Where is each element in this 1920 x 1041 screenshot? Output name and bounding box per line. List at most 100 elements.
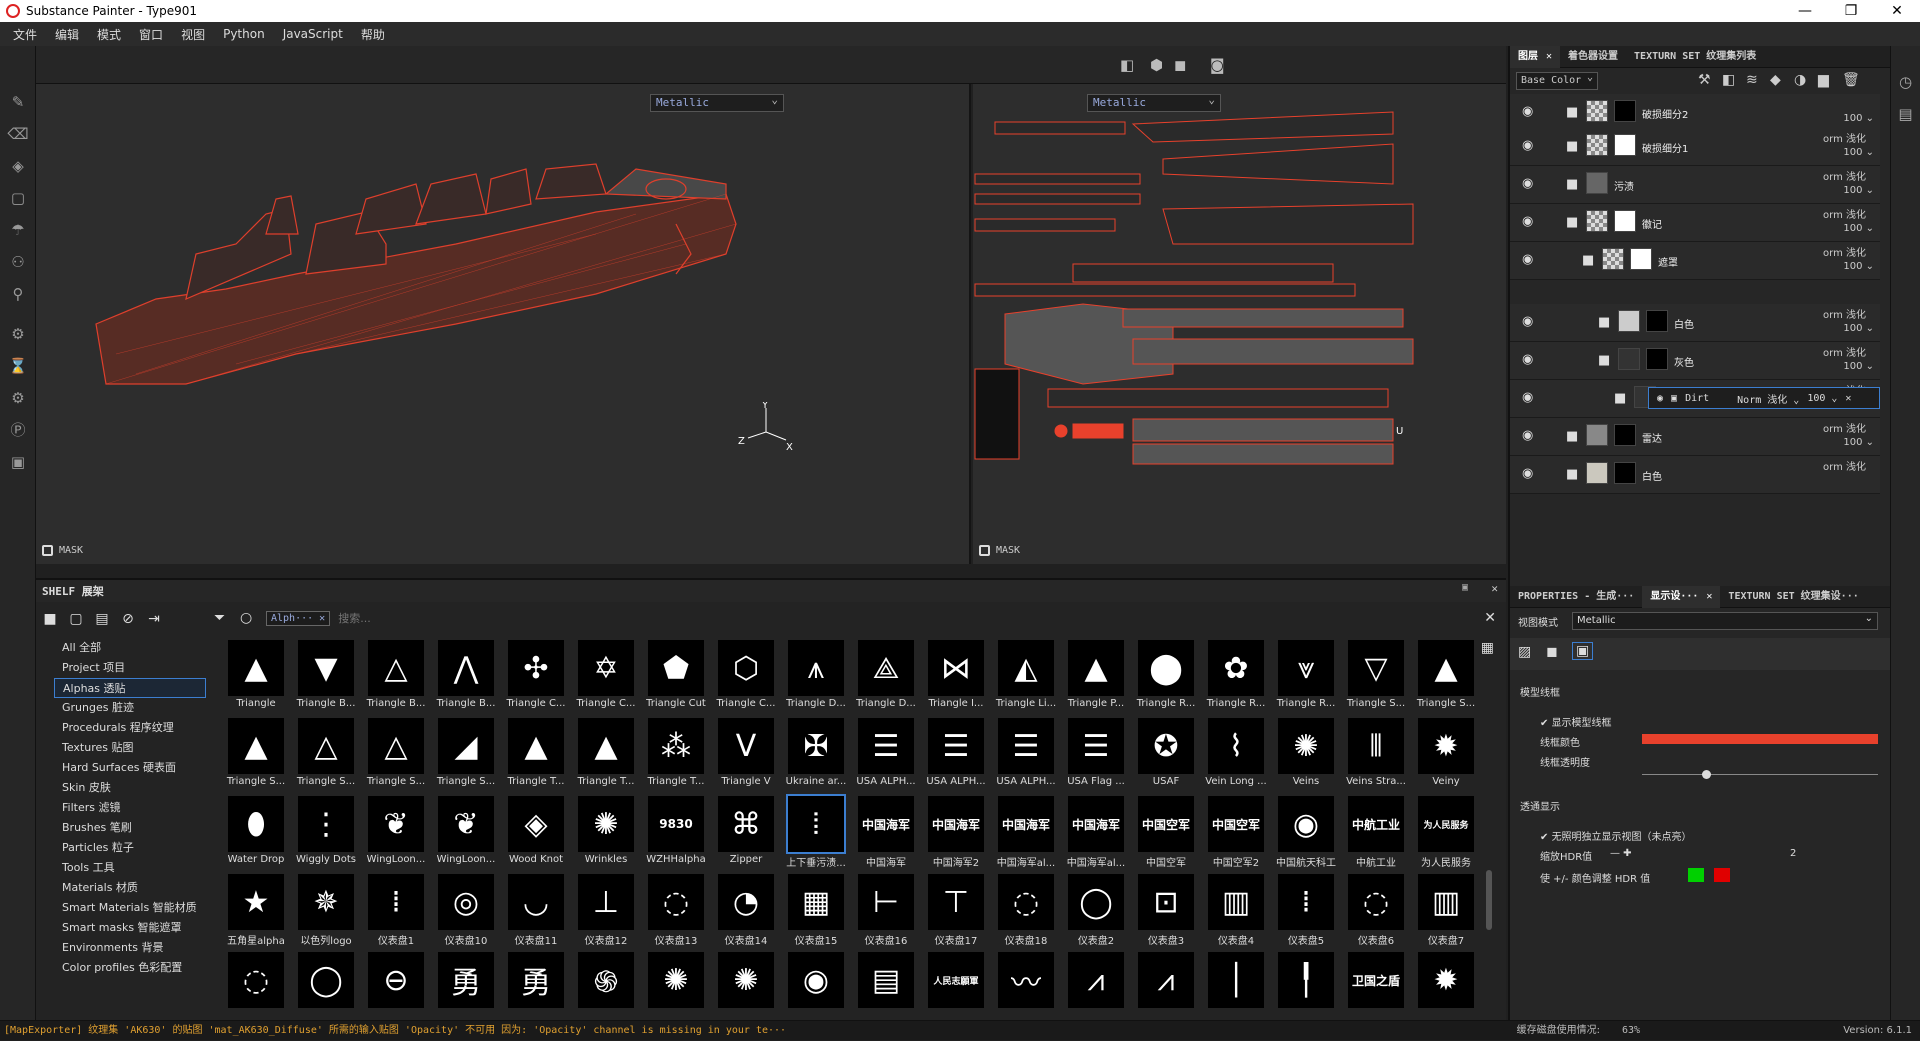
alpha-tile[interactable]: 中国空军 中国空军2: [1202, 794, 1270, 872]
alpha-tile[interactable]: ⩘: [1062, 950, 1130, 1022]
folder-icon[interactable]: ■: [1566, 177, 1578, 192]
category-materials[interactable]: Materials 材质: [54, 878, 206, 898]
add-layer-icon[interactable]: ≋: [1746, 72, 1758, 88]
layer-row[interactable]: ◉ ■ 白色 orm 浅化 100 ⌄: [1510, 304, 1880, 342]
maximize-button[interactable]: ❐: [1828, 0, 1874, 22]
alpha-tile[interactable]: ▦ 仪表盘15: [782, 872, 850, 950]
alpha-tile[interactable]: ▥ 仪表盘7: [1412, 872, 1480, 950]
visibility-eye-icon[interactable]: ◉: [1522, 314, 1533, 329]
dirt-opacity[interactable]: 100 ⌄: [1807, 393, 1837, 404]
alpha-tile[interactable]: ✺ Veins: [1272, 716, 1340, 794]
camera-icon[interactable]: ◼: [1174, 56, 1186, 74]
alpha-tile[interactable]: 卫国之盾: [1342, 950, 1410, 1022]
photoshop-export-icon[interactable]: Ⓟ: [0, 414, 36, 446]
folder-icon[interactable]: ■: [1614, 391, 1626, 406]
projection-icon[interactable]: ◈: [0, 150, 36, 182]
alpha-tile[interactable]: ⁞ 仪表盘1: [362, 872, 430, 950]
tab-display-settings[interactable]: 显示设··· ✕: [1642, 585, 1721, 608]
visibility-eye-icon[interactable]: ◉: [1522, 466, 1533, 481]
alpha-tile[interactable]: ❦ WingLoon...: [432, 794, 500, 872]
folder-icon[interactable]: ■: [1582, 253, 1594, 268]
close-tab-icon[interactable]: ✕: [1706, 591, 1712, 602]
alpha-tile[interactable]: ⬤ Triangle R...: [1132, 638, 1200, 716]
layer-blend-mode[interactable]: orm 浅化: [1823, 244, 1866, 259]
category-project[interactable]: Project 项目: [54, 658, 206, 678]
tab-properties[interactable]: PROPERTIES - 生成···: [1510, 586, 1642, 608]
alpha-tile[interactable]: ⩚ Triangle D...: [782, 638, 850, 716]
alpha-tile[interactable]: ⩔ Triangle R...: [1272, 638, 1340, 716]
alpha-tile[interactable]: ▥ 仪表盘4: [1202, 872, 1270, 950]
alpha-tile[interactable]: ⊡ 仪表盘3: [1132, 872, 1200, 950]
category-textures[interactable]: Textures 贴图: [54, 738, 206, 758]
category-smart-materials[interactable]: Smart Materials 智能材质: [54, 898, 206, 918]
category-filters[interactable]: Filters 滤镜: [54, 798, 206, 818]
layer-opacity[interactable]: 100 ⌄: [1843, 437, 1874, 448]
alpha-tile[interactable]: ✺: [642, 950, 710, 1022]
menu-python[interactable]: Python: [214, 27, 274, 41]
material-icon[interactable]: ⌛: [0, 350, 36, 382]
alpha-tile[interactable]: ▽ Triangle S...: [1342, 638, 1410, 716]
alpha-tile[interactable]: ⁞ 仪表盘5: [1272, 872, 1340, 950]
alpha-tile[interactable]: ✪ USAF: [1132, 716, 1200, 794]
folder-icon[interactable]: ■: [40, 610, 60, 628]
alpha-tile[interactable]: ✿ Triangle R...: [1202, 638, 1270, 716]
alpha-tile[interactable]: ✺: [712, 950, 780, 1022]
circle-filter-icon[interactable]: ○: [240, 610, 258, 626]
add-effect-icon[interactable]: ⚒: [1698, 72, 1711, 88]
layer-opacity[interactable]: 100 ⌄: [1843, 223, 1874, 234]
menu-javascript[interactable]: JavaScript: [274, 27, 352, 41]
category-color-profiles[interactable]: Color profiles 色彩配置: [54, 958, 206, 978]
alpha-tile[interactable]: ⊖: [362, 950, 430, 1022]
layer-opacity[interactable]: 100 ⌄: [1843, 113, 1874, 124]
alpha-tile[interactable]: ☰ USA ALPH...: [852, 716, 920, 794]
alpha-tile[interactable]: ⋀ Triangle B...: [432, 638, 500, 716]
alpha-tile[interactable]: │: [1202, 950, 1270, 1022]
import-icon[interactable]: ⇥: [144, 610, 164, 628]
alpha-tile[interactable]: ⩘: [1132, 950, 1200, 1022]
view-split-icon[interactable]: ◧: [1120, 56, 1134, 74]
alpha-tile[interactable]: △ Triangle B...: [362, 638, 430, 716]
mask-toggle-2d[interactable]: MASK: [979, 545, 1020, 556]
visibility-eye-icon[interactable]: ◉: [1522, 214, 1533, 229]
layer-blend-mode[interactable]: orm 浅化: [1823, 206, 1866, 221]
alpha-tile[interactable]: 勇: [432, 950, 500, 1022]
smudge-icon[interactable]: ☂: [0, 214, 36, 246]
save-icon[interactable]: ▤: [92, 610, 112, 628]
tab-shader-settings[interactable]: 着色器设置: [1560, 46, 1626, 68]
alpha-tile[interactable]: ▤: [852, 950, 920, 1022]
show-wire-checkbox[interactable]: ✔ 显示模型线框: [1540, 714, 1612, 729]
bake-icon[interactable]: ⚙: [0, 318, 36, 350]
alpha-tile[interactable]: ◌ 仪表盘13: [642, 872, 710, 950]
folder-icon[interactable]: ■: [1598, 315, 1610, 330]
alpha-tile[interactable]: ★ 五角星alpha: [222, 872, 290, 950]
filter-icon[interactable]: ⏷: [214, 610, 232, 626]
geometry-fill-icon[interactable]: ▢: [0, 182, 36, 214]
shelf-search-input[interactable]: [338, 611, 1239, 625]
green-swatch[interactable]: [1688, 868, 1704, 882]
visibility-eye-icon[interactable]: ◉: [1522, 428, 1533, 443]
alpha-tile[interactable]: ▲ Triangle: [222, 638, 290, 716]
eraser-icon[interactable]: ⌫: [0, 118, 36, 150]
close-tab-icon[interactable]: ✕: [1546, 51, 1552, 62]
folder-icon[interactable]: ■: [1566, 139, 1578, 154]
alpha-tile[interactable]: ⦙ 上下垂污渍...: [782, 794, 850, 872]
alpha-tile[interactable]: 中国海军 中国海军al...: [992, 794, 1060, 872]
camera-icon[interactable]: ◼: [1546, 644, 1558, 660]
layer-row[interactable]: ◉ ■ 徽记 orm 浅化 100 ⌄: [1510, 204, 1880, 242]
layer-row[interactable]: ◉ ■ 遮罩 orm 浅化 100 ⌄: [1510, 242, 1880, 280]
layer-opacity[interactable]: 100 ⌄: [1843, 185, 1874, 196]
alpha-tile[interactable]: △ Triangle S...: [362, 716, 430, 794]
layer-opacity[interactable]: 100 ⌄: [1843, 147, 1874, 158]
layer-row[interactable]: ◉ ■ 破损细分2 100 ⌄: [1510, 94, 1880, 132]
dirt-eye-icon[interactable]: ◉: [1657, 393, 1663, 404]
settings-icon[interactable]: ⚙: [0, 382, 36, 414]
alpha-tile[interactable]: ⋮ Wiggly Dots: [292, 794, 360, 872]
alpha-tile[interactable]: ▲ Triangle P...: [1062, 638, 1130, 716]
menu-mode[interactable]: 模式: [88, 26, 130, 43]
layer-row[interactable]: ◉ ■ 灰色 orm 浅化 100 ⌄: [1510, 342, 1880, 380]
category-procedurals[interactable]: Procedurals 程序纹理: [54, 718, 206, 738]
alpha-tile[interactable]: 人民志願軍: [922, 950, 990, 1022]
alpha-tile[interactable]: ◉: [782, 950, 850, 1022]
alpha-tile[interactable]: ◭ Triangle Li...: [992, 638, 1060, 716]
dirt-close-icon[interactable]: ✕: [1845, 393, 1851, 404]
